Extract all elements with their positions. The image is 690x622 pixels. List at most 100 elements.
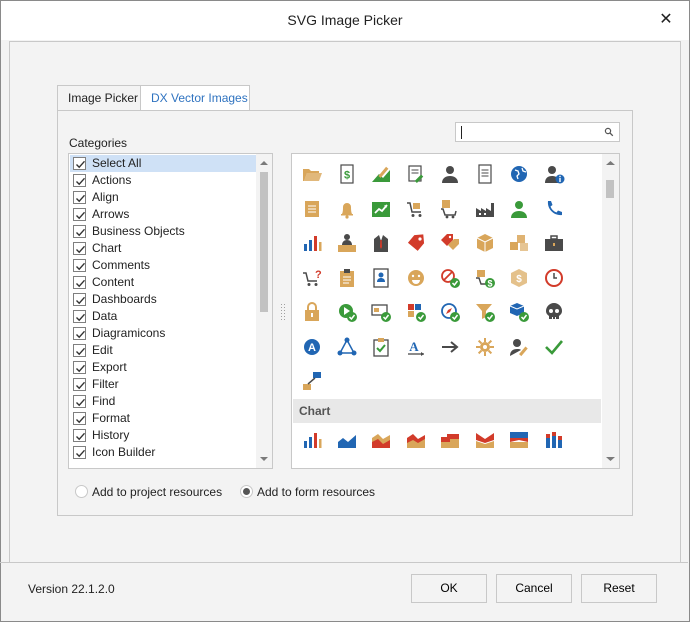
scroll-thumb[interactable] bbox=[606, 180, 614, 198]
category-item[interactable]: Edit bbox=[70, 342, 257, 359]
category-item[interactable]: Dashboards bbox=[70, 291, 257, 308]
radio-dot[interactable] bbox=[240, 485, 253, 498]
category-checkbox[interactable] bbox=[73, 446, 86, 459]
check-icon[interactable] bbox=[542, 335, 566, 359]
category-checkbox[interactable] bbox=[73, 259, 86, 272]
category-item[interactable]: History bbox=[70, 427, 257, 444]
edit-chart-icon[interactable] bbox=[369, 162, 393, 186]
category-checkbox[interactable] bbox=[73, 327, 86, 340]
category-checkbox[interactable] bbox=[73, 412, 86, 425]
category-item[interactable]: Comments bbox=[70, 257, 257, 274]
category-item[interactable]: Arrows bbox=[70, 206, 257, 223]
line-area-icon[interactable] bbox=[404, 428, 428, 452]
search-box[interactable] bbox=[455, 122, 620, 142]
close-button[interactable]: ✕ bbox=[655, 9, 677, 31]
category-checkbox[interactable] bbox=[73, 395, 86, 408]
skull-icon[interactable] bbox=[542, 300, 566, 324]
scroll-up-icon[interactable] bbox=[256, 156, 272, 170]
edit-document-icon[interactable] bbox=[404, 162, 428, 186]
category-checkbox[interactable] bbox=[73, 429, 86, 442]
scroll-thumb[interactable] bbox=[260, 172, 268, 312]
category-item[interactable]: Filter bbox=[70, 376, 257, 393]
user-edit-icon[interactable] bbox=[507, 335, 531, 359]
scroll-down-icon[interactable] bbox=[602, 452, 619, 466]
scroll-up-icon[interactable] bbox=[602, 156, 619, 170]
dollar-document-icon[interactable]: $ bbox=[335, 162, 359, 186]
category-item[interactable]: Business Objects bbox=[70, 223, 257, 240]
bar-chart-icon[interactable] bbox=[300, 428, 324, 452]
category-item[interactable]: Find bbox=[70, 393, 257, 410]
compass-check-icon[interactable] bbox=[438, 300, 462, 324]
bell-icon[interactable] bbox=[335, 197, 359, 221]
card-check-icon[interactable] bbox=[369, 300, 393, 324]
suit-icon[interactable] bbox=[369, 231, 393, 255]
grid-check-icon[interactable] bbox=[404, 300, 428, 324]
category-checkbox[interactable] bbox=[73, 361, 86, 374]
cancel-check-icon[interactable] bbox=[438, 266, 462, 290]
task-clipboard-icon[interactable] bbox=[369, 335, 393, 359]
category-checkbox[interactable] bbox=[73, 310, 86, 323]
stacked-bar-icon[interactable] bbox=[542, 428, 566, 452]
smile-icon[interactable] bbox=[404, 266, 428, 290]
categories-list[interactable]: Select All Actions Align Arrows Business Obj… bbox=[68, 153, 273, 469]
category-checkbox[interactable] bbox=[73, 191, 86, 204]
network-icon[interactable] bbox=[335, 335, 359, 359]
packages-icon[interactable] bbox=[507, 231, 531, 255]
step-area-icon[interactable] bbox=[438, 428, 462, 452]
radio-project-resources[interactable]: Add to project resources bbox=[75, 485, 225, 499]
tab-dx-vector-images[interactable]: DX Vector Images bbox=[140, 85, 250, 112]
user-info-icon[interactable] bbox=[542, 162, 566, 186]
category-item[interactable]: Content bbox=[70, 274, 257, 291]
gallery-scrollbar[interactable] bbox=[602, 154, 619, 468]
document-icon[interactable] bbox=[473, 162, 497, 186]
cancel-button[interactable]: Cancel bbox=[496, 574, 572, 603]
cube-check-icon[interactable] bbox=[507, 300, 531, 324]
factory-icon[interactable] bbox=[473, 197, 497, 221]
category-checkbox[interactable] bbox=[73, 208, 86, 221]
category-item[interactable]: Select All bbox=[70, 155, 257, 172]
category-item[interactable]: Chart bbox=[70, 240, 257, 257]
play-check-icon[interactable] bbox=[335, 300, 359, 324]
tag-icon[interactable] bbox=[404, 231, 428, 255]
area-chart-icon[interactable] bbox=[335, 428, 359, 452]
range-area-icon[interactable] bbox=[507, 428, 531, 452]
category-item[interactable]: Data bbox=[70, 308, 257, 325]
dollar-cart-icon[interactable]: $ bbox=[473, 266, 497, 290]
folder-open-icon[interactable] bbox=[300, 162, 324, 186]
splitter-grip-icon[interactable] bbox=[280, 303, 286, 321]
text-format-icon[interactable]: A bbox=[404, 335, 428, 359]
category-checkbox[interactable] bbox=[73, 242, 86, 255]
address-icon[interactable]: A bbox=[300, 335, 324, 359]
reception-icon[interactable] bbox=[335, 231, 359, 255]
shopping-cart-icon[interactable] bbox=[438, 197, 462, 221]
dollar-box-icon[interactable]: $ bbox=[507, 266, 531, 290]
category-checkbox[interactable] bbox=[73, 293, 86, 306]
category-checkbox[interactable] bbox=[73, 378, 86, 391]
flow-icon[interactable] bbox=[300, 369, 324, 393]
search-input[interactable] bbox=[456, 123, 596, 141]
user-icon[interactable] bbox=[438, 162, 462, 186]
category-item[interactable]: Icon Builder bbox=[70, 444, 257, 461]
cart-question-icon[interactable]: ? bbox=[300, 266, 324, 290]
ok-button[interactable]: OK bbox=[411, 574, 487, 603]
bar-chart-icon[interactable] bbox=[300, 231, 324, 255]
employee-icon[interactable] bbox=[507, 197, 531, 221]
filter-check-icon[interactable] bbox=[473, 300, 497, 324]
cart-icon[interactable] bbox=[404, 197, 428, 221]
category-item[interactable]: Format bbox=[70, 410, 257, 427]
phone-icon[interactable] bbox=[542, 197, 566, 221]
arrow-right-icon[interactable] bbox=[438, 335, 462, 359]
icon-gallery[interactable]: $? $ $ A A Chart bbox=[291, 153, 620, 469]
reset-button[interactable]: Reset bbox=[581, 574, 657, 603]
note-icon[interactable] bbox=[300, 197, 324, 221]
category-checkbox[interactable] bbox=[73, 344, 86, 357]
search-icon[interactable] bbox=[604, 127, 614, 137]
category-checkbox[interactable] bbox=[73, 225, 86, 238]
clock-icon[interactable] bbox=[542, 266, 566, 290]
bow-area-icon[interactable] bbox=[473, 428, 497, 452]
category-checkbox[interactable] bbox=[73, 174, 86, 187]
briefcase-icon[interactable] bbox=[542, 231, 566, 255]
category-item[interactable]: Align bbox=[70, 189, 257, 206]
price-tag-icon[interactable] bbox=[438, 231, 462, 255]
contact-card-icon[interactable] bbox=[369, 266, 393, 290]
